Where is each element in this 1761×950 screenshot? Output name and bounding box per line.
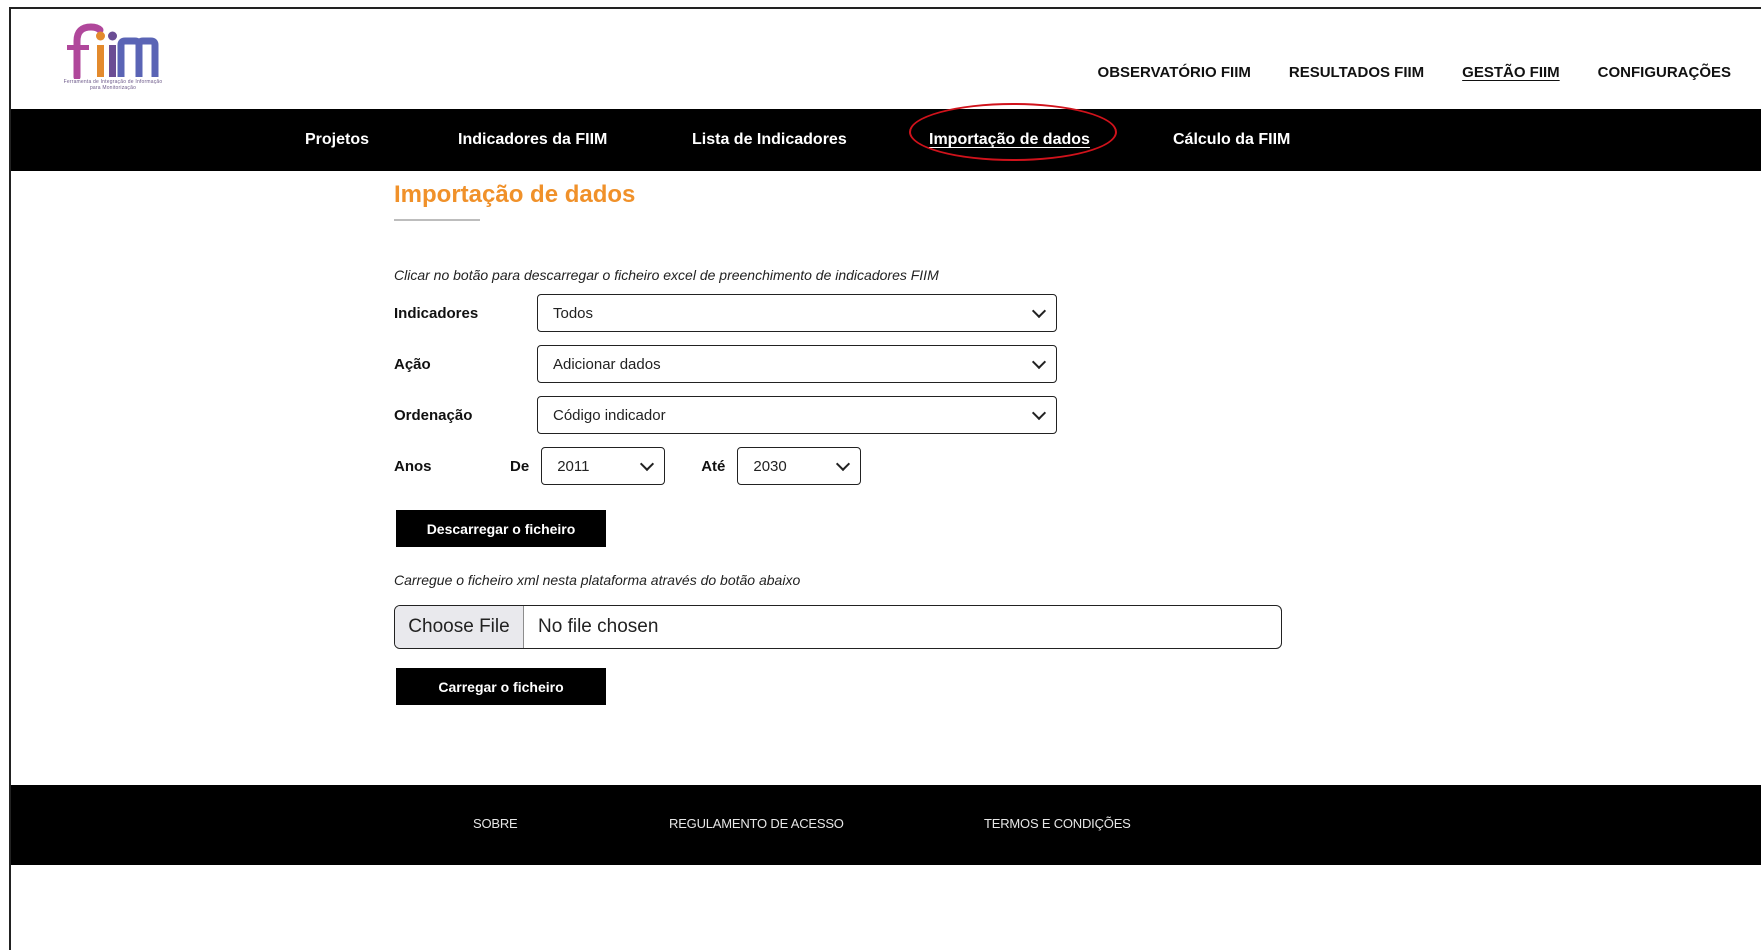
main-content: Importação de dados Clicar no botão para… <box>394 181 1294 705</box>
ordenacao-select[interactable]: Código indicador <box>537 396 1057 434</box>
year-from-select[interactable]: 2011 <box>541 447 666 485</box>
header: Ferramenta de Integração de Informação p… <box>11 9 1761 109</box>
year-to-select[interactable]: 2030 <box>737 447 862 485</box>
fiim-logo-mark <box>67 23 159 79</box>
subnav-lista-de-indicadores[interactable]: Lista de Indicadores <box>692 131 847 149</box>
footer-link-termos[interactable]: TERMOS E CONDIÇÕES <box>984 816 1131 831</box>
ordenacao-label: Ordenação <box>394 406 473 424</box>
year-to-value: 2030 <box>753 457 787 475</box>
page-frame: Ferramenta de Integração de Informação p… <box>9 7 1761 950</box>
chevron-down-icon <box>836 456 851 472</box>
footer: SOBRE REGULAMENTO DE ACESSO TERMOS E CON… <box>11 785 1761 865</box>
upload-file-button[interactable]: Carregar o ficheiro <box>396 668 606 705</box>
download-hint: Clicar no botão para descarregar o fiche… <box>394 267 939 283</box>
year-from-label: De <box>510 457 530 475</box>
title-underline <box>394 219 480 221</box>
acao-label: Ação <box>394 355 431 373</box>
subnav-indicadores-da-fiim[interactable]: Indicadores da FIIM <box>458 131 607 149</box>
page-title: Importação de dados <box>394 181 636 208</box>
topnav-observatorio[interactable]: OBSERVATÓRIO FIIM <box>1098 64 1251 81</box>
chevron-down-icon <box>1031 303 1047 319</box>
indicadores-select[interactable]: Todos <box>537 294 1057 332</box>
topnav-resultados[interactable]: RESULTADOS FIIM <box>1289 64 1424 81</box>
acao-select-value: Adicionar dados <box>553 355 661 373</box>
acao-select[interactable]: Adicionar dados <box>537 345 1057 383</box>
ordenacao-row: Ordenação Código indicador <box>394 396 1057 434</box>
anos-label: Anos <box>394 457 432 475</box>
ordenacao-select-value: Código indicador <box>553 406 666 424</box>
acao-row: Ação Adicionar dados <box>394 345 1057 383</box>
subnav-projetos[interactable]: Projetos <box>305 131 369 149</box>
year-from-value: 2011 <box>557 457 590 475</box>
file-input[interactable]: Choose File No file chosen <box>394 605 1282 649</box>
top-navigation: OBSERVATÓRIO FIIM RESULTADOS FIIM GESTÃO… <box>1098 64 1731 81</box>
chevron-down-icon <box>640 456 655 472</box>
sub-navigation-bar: Projetos Indicadores da FIIM Lista de In… <box>11 109 1761 171</box>
choose-file-button[interactable]: Choose File <box>395 606 524 648</box>
chevron-down-icon <box>1031 354 1047 370</box>
subnav-importacao-de-dados[interactable]: Importação de dados <box>929 131 1090 149</box>
topnav-configuracoes[interactable]: CONFIGURAÇÕES <box>1598 64 1731 81</box>
fiim-logo[interactable]: Ferramenta de Integração de Informação p… <box>63 21 173 103</box>
footer-link-regulamento[interactable]: REGULAMENTO DE ACESSO <box>669 816 844 831</box>
logo-tagline: Ferramenta de Integração de Informação p… <box>63 79 163 91</box>
topnav-gestao[interactable]: GESTÃO FIIM <box>1462 64 1560 81</box>
year-to-label: Até <box>701 457 726 475</box>
file-status: No file chosen <box>538 616 659 637</box>
download-file-button[interactable]: Descarregar o ficheiro <box>396 510 606 547</box>
indicadores-row: Indicadores Todos <box>394 294 1057 332</box>
anos-row: Anos De 2011 Até 2030 <box>394 447 862 485</box>
indicadores-label: Indicadores <box>394 304 479 322</box>
chevron-down-icon <box>1031 405 1047 421</box>
indicadores-select-value: Todos <box>553 304 594 322</box>
upload-hint: Carregue o ficheiro xml nesta plataforma… <box>394 572 801 588</box>
footer-link-sobre[interactable]: SOBRE <box>473 816 518 831</box>
subnav-calculo-da-fiim[interactable]: Cálculo da FIIM <box>1173 131 1290 149</box>
